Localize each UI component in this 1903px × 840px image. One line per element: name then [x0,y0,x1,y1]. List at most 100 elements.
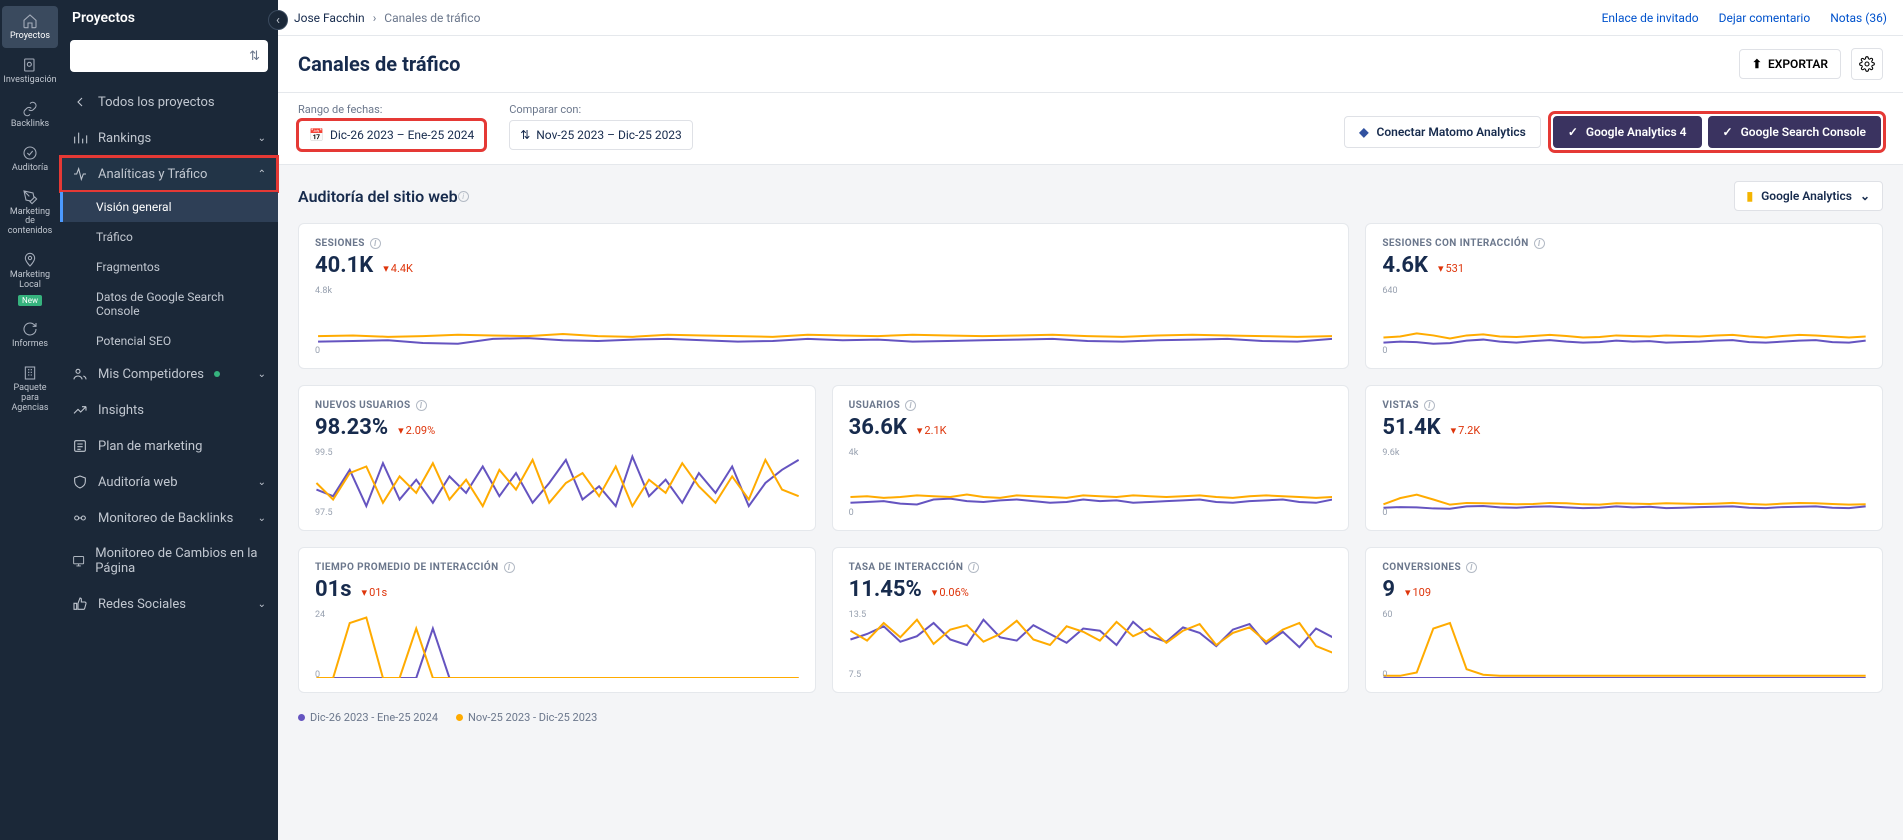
chart-svg [1382,612,1866,678]
info-icon[interactable]: i [458,191,469,202]
check-icon: ✓ [1723,125,1733,139]
thumb-icon [72,596,88,612]
rail-investigacion[interactable]: Investigación [2,50,58,92]
crumb-project[interactable]: Jose Facchin [294,11,365,25]
info-icon[interactable]: i [416,400,427,411]
card-conversions: CONVERSIONESi 9▾ 109 600 [1365,547,1883,693]
matomo-icon: ◆ [1359,125,1368,139]
rail-marketing-local[interactable]: Marketing LocalNew [2,245,58,312]
sidebar-backlink-monitor[interactable]: Monitoreo de Backlinks⌄ [60,500,278,536]
check-icon: ✓ [1568,125,1578,139]
sidebar-collapse-button[interactable]: ‹ [268,10,288,30]
info-icon[interactable]: i [504,562,515,573]
info-icon[interactable]: i [1424,400,1435,411]
card-rate: TASA DE INTERACCIÓNi 11.45%▾ 0.06% 13.57… [832,547,1350,693]
chevron-down-icon: ⌄ [258,133,266,144]
gsc-button[interactable]: ✓Google Search Console [1708,116,1881,148]
card-new-users: NUEVOS USUARIOSi 98.23%▾ 2.09% 99.597.5 [298,385,816,531]
users-icon [72,366,88,382]
legend-dot-b [456,714,463,721]
sidebar-all-projects[interactable]: Todos los proyectos [60,84,278,120]
info-icon[interactable]: i [1534,238,1545,249]
project-selector[interactable]: ⇅ [70,40,268,72]
metrics-grid: SESIONESi 40.1K▾ 4.4K 4.8k0 SESIONES CON… [278,223,1903,705]
pulse-icon [72,166,88,182]
chart-svg [315,288,1332,354]
chart-svg [849,612,1333,678]
chevron-up-icon: ⌃ [258,169,266,180]
sidebar-title: Proyectos [60,0,278,36]
sub-fragmentos[interactable]: Fragmentos [60,252,278,282]
sidebar-marketing-plan[interactable]: Plan de marketing [60,428,278,464]
calendar-icon: 📅 [309,128,324,142]
nav-rail: Proyectos Investigación Backlinks Audito… [0,0,60,840]
updown-icon: ⇅ [249,49,260,64]
back-icon [72,94,88,110]
sidebar-competitors[interactable]: Mis Competidores⌄ [60,356,278,392]
rail-backlinks[interactable]: Backlinks [2,94,58,136]
sub-vision-general[interactable]: Visión general [60,192,278,222]
ga-icon: ▮ [1747,189,1754,203]
compare-label: Comparar con: [509,103,693,116]
pin-icon [21,251,39,269]
compare-range-picker[interactable]: ⇅Nov-25 2023 – Dic-25 2023 [509,120,693,150]
rail-marketing-contenidos[interactable]: Marketing de contenidos [2,182,58,244]
page-header: Canales de tráfico ⬆EXPORTAR [278,36,1903,93]
rail-informes[interactable]: Informes [2,314,58,356]
legend-dot-a [298,714,305,721]
sidebar-page-changes[interactable]: Monitoreo de Cambios en la Página [60,536,278,586]
info-icon[interactable]: i [905,400,916,411]
refresh-icon [21,320,39,338]
chevron-down-icon: ⌄ [1860,189,1870,203]
sidebar-analytics[interactable]: Analíticas y Tráfico⌃ [60,156,278,192]
section-title: Auditoría del sitio web [298,187,458,206]
export-button[interactable]: ⬆EXPORTAR [1739,49,1841,79]
chart-svg [315,450,799,516]
settings-button[interactable] [1851,48,1883,80]
upload-icon: ⬆ [1752,57,1762,71]
sidebar-rankings[interactable]: Rankings⌄ [60,120,278,156]
sidebar: ‹ Proyectos ⇅ Todos los proyectos Rankin… [60,0,278,840]
rail-proyectos[interactable]: Proyectos [2,6,58,48]
chart-svg [315,612,799,678]
connect-matomo-button[interactable]: ◆Conectar Matomo Analytics [1344,116,1541,148]
delta-down: ▾ 4.4K [383,262,413,275]
check-circle-icon [21,144,39,162]
sidebar-insights[interactable]: Insights [60,392,278,428]
info-icon[interactable]: i [370,238,381,249]
sub-gsc-data[interactable]: Datos de Google Search Console [60,282,278,326]
date-range-picker[interactable]: 📅Dic-26 2023 – Ene-25 2024 [298,120,485,150]
info-icon[interactable]: i [968,562,979,573]
gear-icon [1859,56,1875,72]
range-label: Rango de fechas: [298,103,485,116]
status-dot-icon [214,371,220,377]
ga-source-select[interactable]: ▮Google Analytics⌄ [1734,181,1883,211]
guest-link[interactable]: Enlace de invitado [1602,11,1699,25]
new-badge: New [18,295,42,306]
sub-potencial-seo[interactable]: Potencial SEO [60,326,278,356]
trend-icon [72,402,88,418]
ga4-button[interactable]: ✓Google Analytics 4 [1553,116,1702,148]
card-views: VISTASi 51.4K▾ 7.2K 9.6k0 [1365,385,1883,531]
link-icon [21,100,39,118]
rail-agencias[interactable]: Paquete para Agencias [2,358,58,420]
section-header: Auditoría del sitio web i ▮Google Analyt… [278,165,1903,223]
search-doc-icon [21,56,39,74]
rail-auditoria[interactable]: Auditoría [2,138,58,180]
pen-icon [21,188,39,206]
notes-link[interactable]: Notas (36) [1830,11,1887,25]
sub-trafico[interactable]: Tráfico [60,222,278,252]
chevron-down-icon: ⌄ [258,599,266,610]
card-users: USUARIOSi 36.6K▾ 2.1K 4k0 [832,385,1350,531]
comment-link[interactable]: Dejar comentario [1719,11,1811,25]
card-sessions: SESIONESi 40.1K▾ 4.4K 4.8k0 [298,223,1349,369]
breadcrumb-bar: Jose Facchin › Canales de tráfico Enlace… [278,0,1903,36]
swap-icon: ⇅ [520,128,530,142]
link2-icon [72,510,88,526]
chart-svg [1382,450,1866,516]
home-icon [21,12,39,30]
card-avg-time: TIEMPO PROMEDIO DE INTERACCIÓNi 01s▾ 01s… [298,547,816,693]
sidebar-social[interactable]: Redes Sociales⌄ [60,586,278,622]
info-icon[interactable]: i [1466,562,1477,573]
sidebar-audit[interactable]: Auditoría web⌄ [60,464,278,500]
